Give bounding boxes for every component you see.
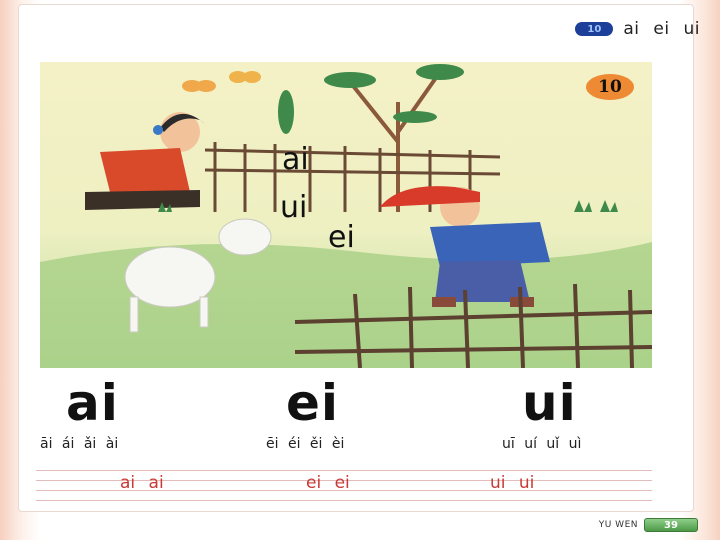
- practice-ei: ei ei: [306, 473, 350, 493]
- book-page: 10 ai ei ui ai ui ei 10 ai ei ui āi ái ǎ…: [0, 0, 720, 540]
- final-letter-ai: ai: [66, 374, 119, 432]
- lesson-title: ai ei ui: [623, 19, 700, 39]
- illustration-word-ui: ui: [280, 190, 308, 225]
- butterfly-icon: [182, 80, 216, 92]
- lesson-number-circle: 10: [586, 74, 634, 100]
- lesson-header: 10 ai ei ui: [575, 18, 700, 40]
- writing-rule: [36, 470, 652, 471]
- lesson-illustration: ai ui ei 10: [40, 62, 652, 368]
- footer-label: YU WEN: [598, 520, 638, 530]
- writing-practice-lines: ai ai ei ei ui ui: [36, 470, 652, 502]
- final-letter-ei: ei: [286, 374, 340, 432]
- page-footer: YU WEN 39: [599, 516, 698, 534]
- final-letter-ui: ui: [522, 374, 577, 432]
- illustration-scene: [40, 62, 652, 368]
- illustration-word-ai: ai: [282, 142, 309, 177]
- lesson-number-badge: 10: [575, 22, 614, 36]
- practice-ui: ui ui: [490, 473, 535, 493]
- practice-ai: ai ai: [120, 473, 164, 493]
- illustration-word-ei: ei: [328, 220, 355, 255]
- tones-row: āi ái ǎi ài ēi éi ěi èi uī uí uǐ uì: [0, 436, 720, 458]
- writing-rule: [36, 500, 652, 501]
- tones-ai: āi ái ǎi ài: [40, 436, 119, 452]
- finals-row: ai ei ui: [0, 374, 720, 434]
- tones-ei: ēi éi ěi èi: [266, 436, 345, 452]
- page-number: 39: [644, 518, 698, 532]
- tones-ui: uī uí uǐ uì: [502, 436, 582, 452]
